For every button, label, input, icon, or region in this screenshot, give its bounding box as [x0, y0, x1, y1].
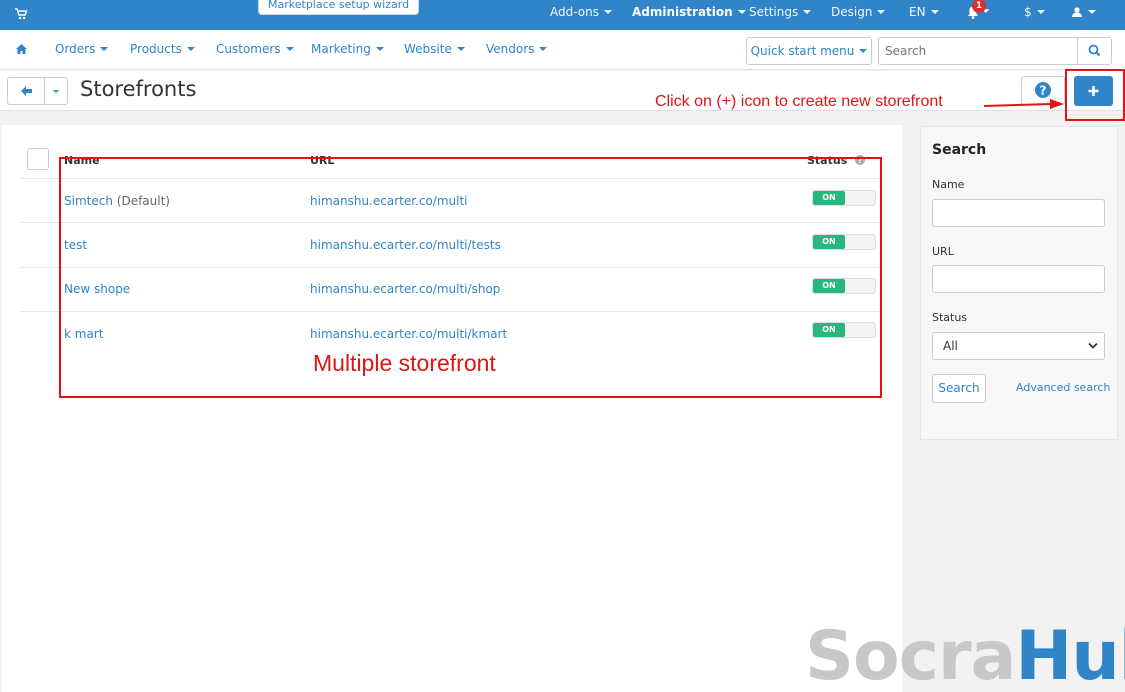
status-select-value: All — [943, 339, 958, 353]
chevron-down-icon — [53, 90, 59, 93]
nav-customers[interactable]: Customers — [216, 42, 294, 56]
nav-website[interactable]: Website — [404, 42, 465, 56]
status-select[interactable]: All — [932, 332, 1105, 360]
url-label: URL — [932, 245, 954, 258]
cart-icon[interactable] — [14, 7, 28, 21]
chevron-down-icon — [1088, 9, 1096, 14]
chevron-down-icon — [877, 9, 886, 14]
chevron-down-icon — [930, 9, 939, 14]
socrahub-watermark: SocraHub — [805, 622, 1125, 692]
nav-customers-label: Customers — [216, 42, 281, 56]
url-field[interactable] — [932, 265, 1105, 293]
administration-label: Administration — [632, 5, 733, 19]
user-menu[interactable] — [1071, 0, 1096, 30]
advanced-search-link[interactable]: Advanced search — [1016, 381, 1110, 394]
chevron-down-icon — [1088, 342, 1098, 349]
currency-label: $ — [1024, 5, 1032, 19]
addons-label: Add-ons — [550, 5, 599, 19]
nav-website-label: Website — [404, 42, 452, 56]
arrow-left-icon — [21, 86, 32, 96]
add-button-highlight — [1065, 69, 1125, 121]
chevron-down-icon — [737, 9, 746, 14]
settings-menu[interactable]: Settings — [749, 0, 812, 30]
marketplace-setup-wizard-button[interactable]: Marketplace setup wizard — [258, 0, 420, 15]
quick-start-label: Quick start menu — [750, 44, 855, 58]
back-button[interactable] — [7, 77, 45, 105]
chevron-down-icon — [186, 46, 195, 51]
sidebar-title: Search — [932, 142, 987, 158]
administration-menu[interactable]: Administration — [632, 0, 746, 30]
nav-products[interactable]: Products — [130, 42, 195, 56]
user-icon — [1072, 6, 1082, 17]
chevron-down-icon — [375, 46, 384, 51]
chevron-down-icon — [100, 46, 109, 51]
add-storefront-annotation: Click on (+) icon to create new storefro… — [655, 93, 943, 110]
chevron-down-icon — [603, 9, 612, 14]
quick-start-menu-button[interactable]: Quick start menu — [746, 37, 872, 65]
chevron-down-icon — [539, 46, 548, 51]
design-label: Design — [831, 5, 873, 19]
name-field[interactable] — [932, 199, 1105, 227]
language-label: EN — [909, 5, 926, 19]
main-nav: Orders Products Customers Marketing Webs… — [0, 30, 1125, 70]
back-history-dropdown[interactable] — [44, 77, 68, 105]
search-button[interactable] — [1077, 37, 1112, 65]
search-icon — [1088, 44, 1101, 57]
addons-menu[interactable]: Add-ons — [550, 0, 612, 30]
nav-vendors-label: Vendors — [486, 42, 535, 56]
status-label: Status — [932, 311, 968, 324]
select-all-checkbox[interactable] — [27, 148, 49, 170]
annotation-arrow-icon — [984, 99, 1064, 109]
nav-marketing-label: Marketing — [311, 42, 371, 56]
chevron-down-icon — [456, 46, 465, 51]
nav-products-label: Products — [130, 42, 182, 56]
currency-menu[interactable]: $ — [1024, 0, 1045, 30]
nav-orders[interactable]: Orders — [55, 42, 109, 56]
chevron-down-icon — [1036, 9, 1045, 14]
chevron-down-icon — [285, 46, 294, 51]
nav-vendors[interactable]: Vendors — [486, 42, 548, 56]
title-bar: Storefronts ? — [0, 71, 1125, 111]
language-menu[interactable]: EN — [909, 0, 939, 30]
home-icon[interactable] — [15, 43, 28, 55]
page-title: Storefronts — [80, 77, 197, 101]
chevron-down-icon — [859, 48, 868, 53]
nav-marketing[interactable]: Marketing — [311, 42, 384, 56]
nav-orders-label: Orders — [55, 42, 96, 56]
chevron-down-icon — [803, 9, 812, 14]
watermark-part2: Hub — [1015, 617, 1125, 692]
multiple-storefront-annotation: Multiple storefront — [313, 350, 496, 376]
name-label: Name — [932, 178, 965, 191]
watermark-part1: Socra — [805, 617, 1016, 692]
design-menu[interactable]: Design — [831, 0, 886, 30]
sidebar-search-button[interactable]: Search — [932, 374, 986, 403]
top-bar: Marketplace setup wizard Add-ons Adminis… — [0, 0, 1125, 30]
settings-label: Settings — [749, 5, 799, 19]
search-input[interactable] — [878, 37, 1078, 65]
